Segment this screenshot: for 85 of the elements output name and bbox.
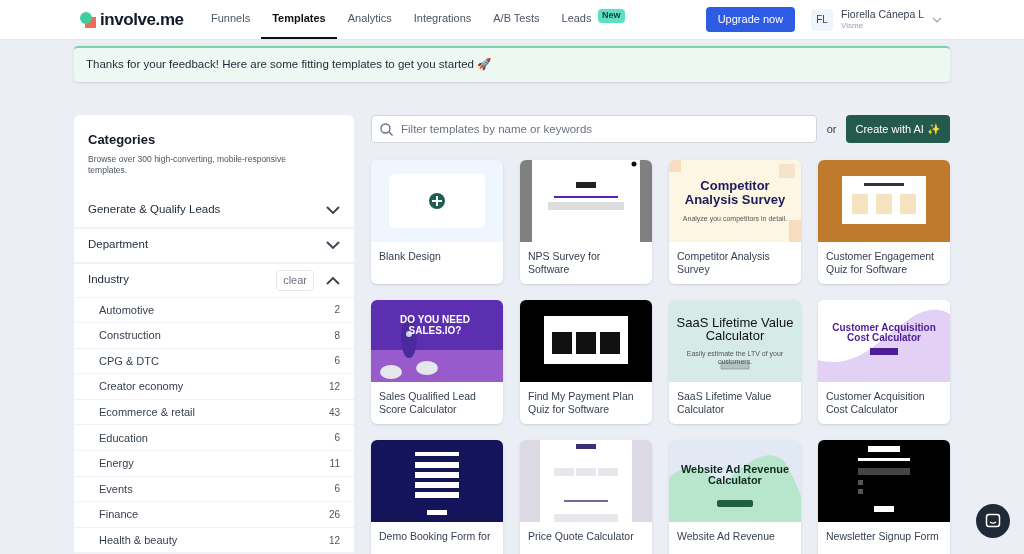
template-card[interactable]: Customer Engagement Quiz for Software [818, 160, 950, 284]
industry-label: Finance [99, 507, 140, 523]
preview-heading: DO YOU NEED SALES.IO? [399, 314, 471, 336]
template-card[interactable]: Price Quote Calculator [520, 440, 652, 554]
user-avatar: FL [811, 8, 834, 31]
feedback-banner: Thanks for your feedback! Here are some fitting templates to get you started 🚀 [74, 46, 950, 82]
search-icon [380, 122, 393, 136]
nav-tab[interactable]: Analytics [336, 0, 403, 39]
industry-item[interactable]: Automotive 2 [74, 296, 354, 323]
clear-button[interactable]: clear [276, 269, 314, 291]
item-count: 11 [329, 456, 340, 471]
preview-heading: Competitor Analysis Survey [683, 179, 787, 207]
preview-heading: SaaS Lifetime Value Calculator [675, 316, 795, 342]
chevron-down-icon[interactable] [326, 205, 340, 215]
template-title: Competitor Analysis Survey [677, 250, 771, 276]
template-card[interactable]: Demo Booking Form for [371, 440, 503, 554]
item-count: 43 [328, 405, 340, 420]
industry-label: Automotive [99, 302, 156, 318]
template-title: Demo Booking Form for [379, 530, 492, 543]
brand-name: involve.me [100, 8, 184, 31]
template-title: SaaS Lifetime Value Calculator [677, 390, 773, 416]
template-card[interactable]: DO YOU NEED SALES.IO? Sales Qualified Lead Score Calculator [371, 300, 503, 424]
new-badge: New [598, 9, 625, 23]
industry-label: Health & beauty [99, 532, 179, 548]
industry-label: Ecommerce & retail [99, 404, 196, 420]
chevron-up-icon[interactable] [326, 275, 340, 285]
template-card[interactable]: NPS Survey for Software [520, 160, 652, 284]
template-card[interactable]: Website Ad Revenue Calculator Website Ad Revenue [669, 440, 801, 554]
industry-label: Construction [99, 328, 162, 344]
template-title: Price Quote Calculator [528, 530, 635, 543]
item-count: 12 [328, 380, 340, 395]
industry-item[interactable]: Finance 26 [74, 501, 354, 527]
template-card[interactable]: Customer Acquisition Cost Calculator Customer Acquisition Cost Calculator [818, 300, 950, 424]
chat-button[interactable] [976, 504, 1010, 538]
nav-tab[interactable]: Templates [261, 0, 337, 39]
industry-label: Education [99, 430, 149, 446]
organization-name: Visme [841, 19, 865, 31]
panel-title: Categories [88, 131, 157, 149]
category-heading[interactable]: Industry [88, 271, 277, 289]
user-name: Fiorella Cánepa L [841, 8, 924, 20]
industry-label: Creator economy [99, 379, 185, 395]
logo-icon [80, 11, 96, 28]
template-title: Customer Engagement Quiz for Software [826, 250, 935, 276]
create-with-ai-button[interactable]: Create with AI ✨ [846, 115, 950, 143]
template-card[interactable]: Find My Payment Plan Quiz for Software [520, 300, 652, 424]
industry-item[interactable]: CPG & DTC 6 [74, 347, 354, 374]
category-heading[interactable]: Department [88, 236, 326, 254]
panel-subtitle: Browse over 300 high-converting, mobile-responsive templates. [88, 153, 287, 176]
industry-label: Events [99, 481, 134, 497]
template-card[interactable]: Newsletter Signup Form [818, 440, 950, 554]
industry-item[interactable]: Education 6 [74, 424, 354, 451]
nav-tab[interactable]: Integrations [402, 0, 483, 39]
item-count: 2 [334, 303, 340, 318]
category-heading[interactable]: Generate & Qualify Leads [88, 201, 326, 219]
nav-tab[interactable]: A/B Tests [482, 0, 551, 39]
template-title: Find My Payment Plan Quiz for Software [528, 390, 635, 416]
template-title: Newsletter Signup Form [826, 530, 940, 543]
industry-item[interactable]: Health & beauty 12 [74, 526, 354, 553]
industry-item[interactable]: Creator economy 12 [74, 373, 354, 399]
item-count: 6 [334, 431, 340, 446]
template-title: Blank Design [379, 250, 442, 263]
template-card[interactable]: Blank Design [371, 160, 503, 284]
industry-item[interactable]: Events 6 [74, 475, 354, 502]
search-field[interactable]: Filter templates by name or keywords [371, 115, 817, 143]
item-count: 6 [334, 354, 340, 369]
industry-label: Energy [99, 456, 135, 472]
item-count: 8 [334, 328, 340, 343]
template-title: Customer Acquisition Cost Calculator [826, 390, 926, 416]
item-count: 6 [334, 482, 340, 497]
or-label: or [826, 121, 837, 137]
item-count: 26 [328, 508, 340, 523]
nav-tab[interactable]: Funnels [200, 0, 262, 39]
industry-item[interactable]: Ecommerce & retail 43 [74, 398, 354, 425]
preview-heading: Website Ad Revenue Calculator [679, 464, 791, 486]
industry-label: CPG & DTC [99, 353, 160, 369]
industry-item[interactable]: Energy 11 [74, 450, 354, 476]
template-title: Website Ad Revenue [677, 530, 776, 543]
template-title: NPS Survey for Software [528, 250, 602, 276]
chat-icon [985, 513, 1001, 529]
chevron-down-icon[interactable] [326, 240, 340, 250]
template-title: Sales Qualified Lead Score Calculator [379, 390, 477, 416]
upgrade-button[interactable]: Upgrade now [705, 7, 796, 32]
industry-item[interactable]: Construction 8 [74, 322, 354, 348]
preview-heading: Customer Acquisition Cost Calculator [831, 323, 937, 343]
item-count: 12 [328, 533, 340, 548]
